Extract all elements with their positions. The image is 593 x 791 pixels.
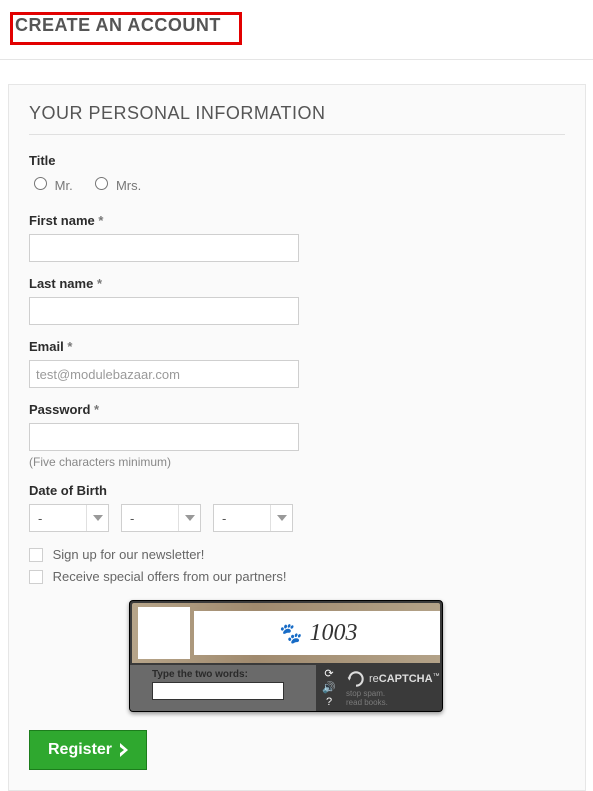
captcha-image-strip: 🐾 1003 — [194, 611, 440, 655]
dob-row: - - - — [29, 504, 565, 532]
first-name-label: First name * — [29, 213, 565, 228]
dob-label: Date of Birth — [29, 483, 565, 498]
chevron-down-icon — [178, 505, 200, 531]
email-group: Email * — [29, 339, 565, 388]
title-group: Title Mr. Mrs. — [29, 153, 565, 193]
offers-row: Receive special offers from our partners… — [29, 568, 565, 584]
password-label: Password * — [29, 402, 565, 417]
section-title: YOUR PERSONAL INFORMATION — [29, 103, 565, 124]
chevron-down-icon — [270, 505, 292, 531]
radio-mrs[interactable] — [95, 177, 108, 190]
newsletter-label[interactable]: Sign up for our newsletter! — [53, 547, 205, 562]
radio-mr[interactable] — [34, 177, 47, 190]
captcha-input-area: Type the two words: — [130, 665, 316, 711]
captcha-brand: reCAPTCHA™ stop spam. read books. — [342, 665, 442, 711]
refresh-icon[interactable]: ⟳ — [324, 669, 333, 680]
captcha-image: 🐾 1003 — [130, 601, 442, 665]
last-name-label-text: Last name — [29, 276, 93, 291]
dob-month-select[interactable]: - — [121, 504, 201, 532]
first-name-input[interactable] — [29, 234, 299, 262]
last-name-input[interactable] — [29, 297, 299, 325]
password-input[interactable] — [29, 423, 299, 451]
newsletter-row: Sign up for our newsletter! — [29, 546, 565, 562]
last-name-group: Last name * — [29, 276, 565, 325]
personal-info-panel: YOUR PERSONAL INFORMATION Title Mr. Mrs.… — [8, 84, 586, 791]
first-name-label-text: First name — [29, 213, 95, 228]
captcha-controls: ⟳ 🔊 ? — [316, 665, 342, 711]
captcha-prompt: Type the two words: — [152, 669, 308, 680]
password-group: Password * (Five characters minimum) — [29, 402, 565, 469]
offers-label[interactable]: Receive special offers from our partners… — [53, 569, 287, 584]
captcha-brand-text: reCAPTCHA™ — [369, 673, 440, 685]
required-mark: * — [98, 213, 103, 228]
help-icon[interactable]: ? — [326, 697, 332, 708]
offers-checkbox[interactable] — [29, 570, 43, 584]
captcha-bottom: Type the two words: ⟳ 🔊 ? reCAPTCHA™ sto… — [130, 665, 442, 711]
title-options: Mr. Mrs. — [29, 174, 565, 193]
last-name-label: Last name * — [29, 276, 565, 291]
radio-mrs-label: Mrs. — [116, 178, 141, 193]
divider — [29, 134, 565, 135]
captcha-logo-row: reCAPTCHA™ — [346, 669, 440, 689]
dob-group: Date of Birth - - - — [29, 483, 565, 532]
captcha-input[interactable] — [152, 682, 284, 700]
email-input[interactable] — [29, 360, 299, 388]
recaptcha-logo-icon — [346, 669, 366, 689]
captcha-widget: 🐾 1003 Type the two words: ⟳ 🔊 ? reCAPTC… — [129, 600, 443, 712]
captcha-image-blank — [138, 607, 190, 659]
paw-icon: 🐾 — [277, 621, 302, 646]
dob-day-select[interactable]: - — [29, 504, 109, 532]
register-button[interactable]: Register — [29, 730, 147, 770]
required-mark: * — [97, 276, 102, 291]
chevron-right-icon — [120, 743, 130, 757]
title-option-mr[interactable]: Mr. — [29, 178, 76, 193]
title-label: Title — [29, 153, 565, 168]
brand-prefix: re — [369, 673, 379, 685]
required-mark: * — [67, 339, 72, 354]
password-label-text: Password — [29, 402, 90, 417]
page-title: CREATE AN ACCOUNT — [15, 15, 221, 36]
radio-mr-label: Mr. — [55, 178, 73, 193]
required-mark: * — [94, 402, 99, 417]
dob-day-value: - — [38, 511, 42, 526]
chevron-down-icon — [86, 505, 108, 531]
first-name-group: First name * — [29, 213, 565, 262]
dob-year-select[interactable]: - — [213, 504, 293, 532]
dob-year-value: - — [222, 511, 226, 526]
audio-icon[interactable]: 🔊 — [322, 683, 336, 694]
newsletter-checkbox[interactable] — [29, 548, 43, 562]
captcha-tagline-2: read books. — [346, 699, 388, 708]
password-hint: (Five characters minimum) — [29, 455, 565, 469]
captcha-display-text: 1003 — [309, 620, 357, 647]
page-header: CREATE AN ACCOUNT — [0, 0, 593, 60]
page-title-highlight: CREATE AN ACCOUNT — [10, 12, 242, 45]
tm-mark: ™ — [433, 673, 440, 680]
email-label-text: Email — [29, 339, 64, 354]
email-label: Email * — [29, 339, 565, 354]
register-button-label: Register — [48, 741, 112, 759]
title-option-mrs[interactable]: Mrs. — [90, 178, 141, 193]
dob-month-value: - — [130, 511, 134, 526]
brand-name: CAPTCHA — [379, 673, 433, 685]
